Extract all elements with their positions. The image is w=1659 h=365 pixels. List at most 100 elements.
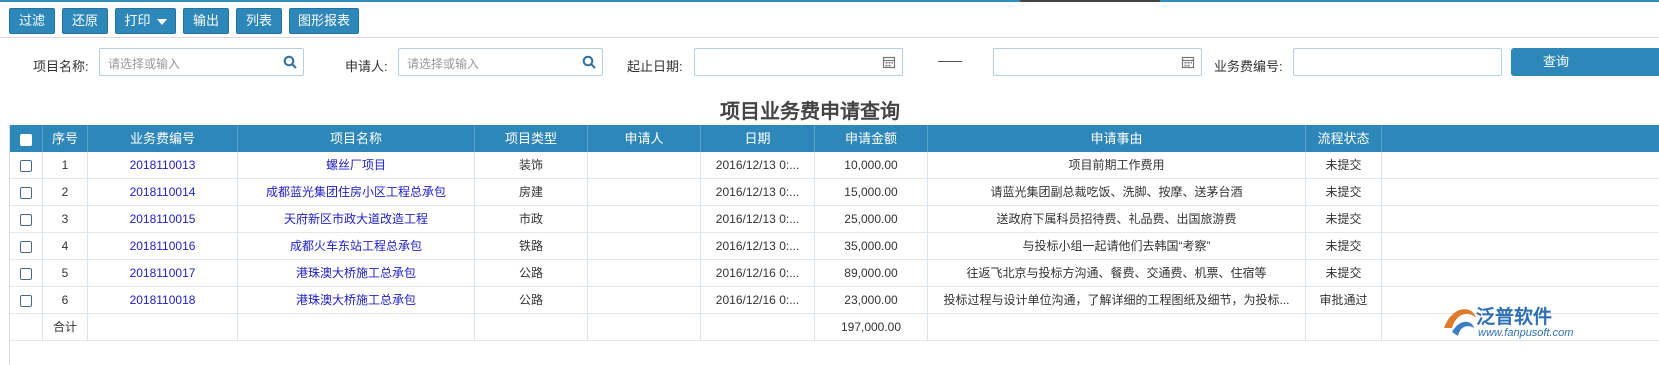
applicant	[588, 152, 701, 178]
total-label: 合计	[43, 314, 88, 340]
amount: 15,000.00	[815, 179, 928, 205]
date: 2016/12/13 0:...	[701, 233, 815, 259]
row-select-cell	[10, 260, 43, 286]
fee-no-link[interactable]: 2018110013	[88, 152, 238, 178]
row-checkbox[interactable]	[20, 186, 32, 199]
total-amount: 197,000.00	[815, 314, 928, 340]
fee-no-link[interactable]: 2018110017	[88, 260, 238, 286]
search-icon[interactable]	[582, 55, 596, 69]
fee-no-link[interactable]: 2018110014	[88, 179, 238, 205]
list-button[interactable]: 列表	[236, 8, 282, 34]
applicant	[588, 260, 701, 286]
row-select-cell	[10, 206, 43, 232]
project-type: 房建	[475, 179, 588, 205]
fee-no-link[interactable]: 2018110015	[88, 206, 238, 232]
project-name-link[interactable]: 港珠澳大桥施工总承包	[238, 260, 475, 286]
row-filler	[1382, 233, 1659, 259]
logo-url: www.fanpusoft.com	[1478, 327, 1574, 339]
fee-no-input[interactable]	[1293, 48, 1502, 76]
row-index: 2	[43, 179, 88, 205]
row-select-cell	[10, 152, 43, 178]
project-type: 市政	[475, 206, 588, 232]
header-select-all-cell	[10, 125, 43, 152]
column-header[interactable]: 申请人	[588, 125, 701, 152]
total-row: 合计 197,000.00	[10, 314, 1659, 341]
reason: 请蓝光集团副总裁吃饭、洗脚、按摩、送茅台酒	[928, 179, 1306, 205]
query-button[interactable]: 查询	[1511, 48, 1659, 76]
applicant	[588, 233, 701, 259]
fee-no-link[interactable]: 2018110018	[88, 287, 238, 313]
row-checkbox[interactable]	[20, 159, 32, 172]
export-button[interactable]: 输出	[183, 8, 229, 34]
project-name-label: 项目名称:	[33, 59, 89, 74]
logo-name: 泛普软件	[1476, 307, 1553, 328]
column-header[interactable]: 流程状态	[1306, 125, 1382, 152]
chart-report-button[interactable]: 图形报表	[289, 8, 359, 34]
column-header[interactable]: 申请金额	[815, 125, 928, 152]
table-row[interactable]: 2 2018110014 成都蓝光集团住房小区工程总承包 房建 2016/12/13 0…	[10, 179, 1659, 206]
applicant-placeholder: 请选择或输入	[407, 57, 480, 71]
row-select-cell	[10, 179, 43, 205]
status: 审批通过	[1306, 287, 1382, 313]
table-row[interactable]: 6 2018110018 港珠澳大桥施工总承包 公路 2016/12/16 0:... 2…	[10, 287, 1659, 314]
start-date-input[interactable]	[694, 48, 903, 76]
column-header[interactable]: 申请事由	[928, 125, 1306, 152]
end-date-input[interactable]	[993, 48, 1202, 76]
reset-button[interactable]: 还原	[62, 8, 108, 34]
row-checkbox[interactable]	[20, 294, 32, 307]
project-name-link[interactable]: 港珠澳大桥施工总承包	[238, 287, 475, 313]
column-header[interactable]: 项目名称	[238, 125, 475, 152]
top-accent-line	[0, 0, 1659, 2]
row-filler	[1382, 152, 1659, 178]
date-range-separator	[938, 61, 962, 62]
total-empty-cell	[588, 314, 701, 340]
print-button[interactable]: 打印	[115, 8, 176, 34]
amount: 23,000.00	[815, 287, 928, 313]
column-header[interactable]: 业务费编号	[88, 125, 238, 152]
total-empty-cell	[1306, 314, 1382, 340]
data-grid: 序号 业务费编号 项目名称 项目类型 申请人 日期 申请金额 申请事由 流程状态 1 201811…	[9, 125, 1659, 365]
applicant-label: 申请人:	[345, 59, 388, 74]
column-header[interactable]: 项目类型	[475, 125, 588, 152]
table-row[interactable]: 3 2018110015 天府新区市政大道改造工程 市政 2016/12/13 0:..…	[10, 206, 1659, 233]
row-checkbox[interactable]	[20, 240, 32, 253]
reason: 往返飞北京与投标方沟通、餐费、交通费、机票、住宿等	[928, 260, 1306, 286]
table-row[interactable]: 4 2018110016 成都火车东站工程总承包 铁路 2016/12/13 0:...…	[10, 233, 1659, 260]
calendar-icon[interactable]	[1181, 55, 1195, 69]
project-name-link[interactable]: 螺丝厂项目	[238, 152, 475, 178]
chevron-down-icon	[156, 18, 167, 25]
status: 未提交	[1306, 152, 1382, 178]
applicant	[588, 287, 701, 313]
filter-button[interactable]: 过滤	[9, 8, 55, 34]
project-name-link[interactable]: 成都蓝光集团住房小区工程总承包	[238, 179, 475, 205]
row-filler	[1382, 260, 1659, 286]
project-name-link[interactable]: 天府新区市政大道改造工程	[238, 206, 475, 232]
row-checkbox[interactable]	[20, 267, 32, 280]
calendar-icon[interactable]	[882, 55, 896, 69]
applicant	[588, 206, 701, 232]
table-row[interactable]: 5 2018110017 港珠澳大桥施工总承包 公路 2016/12/16 0:... 8…	[10, 260, 1659, 287]
total-empty-cell	[928, 314, 1306, 340]
project-name-placeholder: 请选择或输入	[108, 57, 181, 71]
project-name-link[interactable]: 成都火车东站工程总承包	[238, 233, 475, 259]
row-checkbox[interactable]	[20, 213, 32, 226]
total-empty-cell	[88, 314, 238, 340]
row-filler	[1382, 206, 1659, 232]
date: 2016/12/16 0:...	[701, 287, 815, 313]
fee-no-link[interactable]: 2018110016	[88, 233, 238, 259]
column-header[interactable]: 日期	[701, 125, 815, 152]
search-icon[interactable]	[283, 55, 297, 69]
status: 未提交	[1306, 206, 1382, 232]
select-all-checkbox[interactable]	[20, 133, 32, 146]
reason: 项目前期工作费用	[928, 152, 1306, 178]
row-index: 4	[43, 233, 88, 259]
project-type: 公路	[475, 287, 588, 313]
page-title: 项目业务费申请查询	[720, 101, 900, 123]
column-header-filler	[1382, 125, 1659, 152]
table-row[interactable]: 1 2018110013 螺丝厂项目 装饰 2016/12/13 0:... 10,000…	[10, 152, 1659, 179]
project-name-input[interactable]: 请选择或输入	[99, 48, 304, 76]
applicant-input[interactable]: 请选择或输入	[398, 48, 603, 76]
column-header[interactable]: 序号	[43, 125, 88, 152]
date: 2016/12/13 0:...	[701, 179, 815, 205]
status: 未提交	[1306, 260, 1382, 286]
